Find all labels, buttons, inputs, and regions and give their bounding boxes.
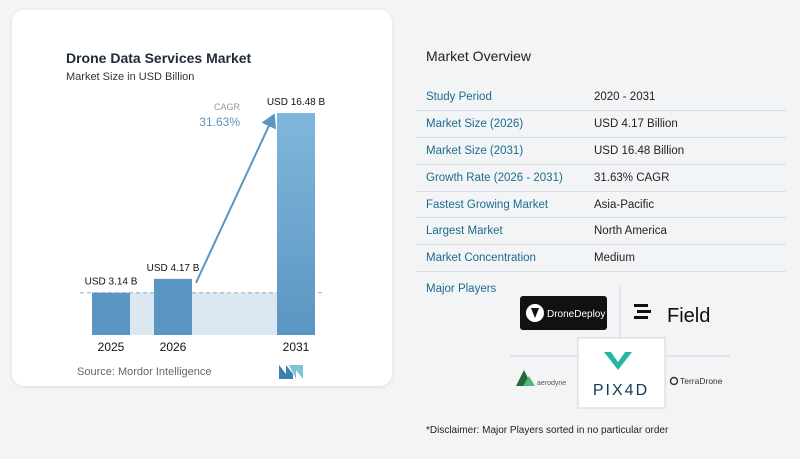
terradrone-logo: TerraDrone (669, 376, 723, 386)
major-players-grid: DroneDeploy Field aerodyne PIX4D TerraDr… (510, 285, 730, 409)
aerodyne-wordmark: aerodyne (537, 380, 566, 387)
disclaimer: *Disclaimer: Major Players sorted in no … (426, 425, 669, 436)
field-logo: Field (634, 304, 710, 327)
pix4d-wordmark: PIX4D (593, 382, 649, 399)
aerodyne-logo: aerodyne (516, 370, 566, 387)
terradrone-wordmark: TerraDrone (680, 376, 723, 386)
dronedeploy-logo: DroneDeploy (520, 296, 607, 330)
dronedeploy-wordmark: DroneDeploy (547, 309, 605, 320)
field-wordmark: Field (667, 305, 710, 327)
